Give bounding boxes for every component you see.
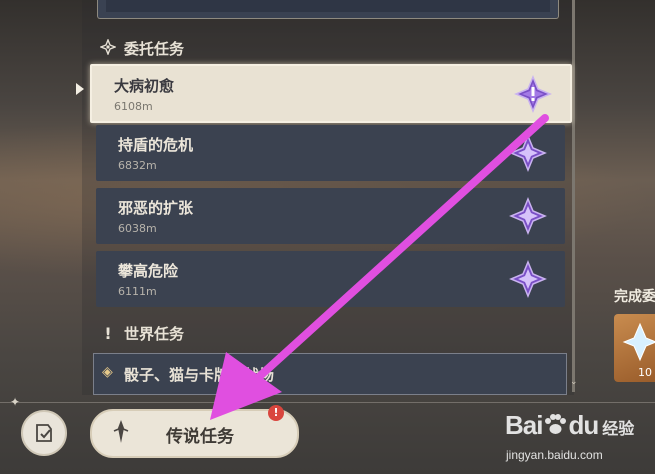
- selection-indicator-icon: [76, 83, 84, 95]
- quest-name: 骰子、猫与卡牌的战场: [124, 366, 275, 384]
- commission-star-icon: [509, 260, 547, 298]
- quest-name: 大病初愈: [114, 77, 175, 95]
- quest-distance: 6038m: [118, 222, 157, 235]
- quest-item-2[interactable]: 持盾的危机 6832m: [96, 125, 565, 181]
- quest-distance: 6111m: [118, 285, 157, 298]
- paw-icon: [545, 414, 567, 434]
- baidu-watermark: Bai du 经验 jingyan.baidu.com: [505, 410, 635, 462]
- quest-name: 邪恶的扩张: [118, 199, 194, 217]
- section-title: 委托任务: [124, 40, 185, 58]
- commission-star-icon: [509, 134, 547, 172]
- quest-distance: 6832m: [118, 159, 157, 172]
- legend-quest-label: 传说任务: [166, 427, 234, 447]
- scroll-down-icon[interactable]: ⌄: [570, 377, 578, 387]
- legend-quest-icon: [113, 420, 129, 443]
- commission-star-icon: [509, 197, 547, 235]
- previous-quest-card[interactable]: [97, 0, 559, 19]
- legend-quest-button[interactable]: 传说任务: [90, 409, 299, 458]
- quest-item-1[interactable]: 大病初愈 6108m: [90, 64, 572, 123]
- section-commission: 委托任务: [99, 37, 185, 59]
- primogem-icon: [622, 322, 655, 362]
- divider: [0, 402, 655, 403]
- quest-name: 攀高危险: [118, 262, 179, 280]
- completion-title: 完成委: [614, 289, 655, 305]
- section-world: ! 世界任务: [100, 323, 184, 344]
- world-quest-item[interactable]: ◈ 骰子、猫与卡牌的战场: [93, 353, 567, 395]
- quest-distance: 6108m: [114, 100, 153, 113]
- book-check-icon: [36, 424, 52, 442]
- sparkle-icon: ✦: [10, 395, 21, 409]
- quest-item-4[interactable]: 攀高危险 6111m: [96, 251, 565, 307]
- reward-count: 10: [638, 366, 652, 379]
- commission-section-icon: [99, 37, 117, 59]
- section-title: 世界任务: [124, 325, 185, 343]
- reward-item[interactable]: 10: [614, 314, 655, 382]
- alert-badge: !: [268, 405, 284, 421]
- scrollbar[interactable]: [572, 0, 575, 392]
- exclamation-icon: !: [104, 324, 112, 343]
- commission-book-button[interactable]: [21, 410, 67, 456]
- world-quest-icon: ◈: [102, 364, 113, 380]
- commission-alert-icon: [514, 75, 552, 113]
- quest-name: 持盾的危机: [118, 136, 194, 154]
- quest-item-3[interactable]: 邪恶的扩张 6038m: [96, 188, 565, 244]
